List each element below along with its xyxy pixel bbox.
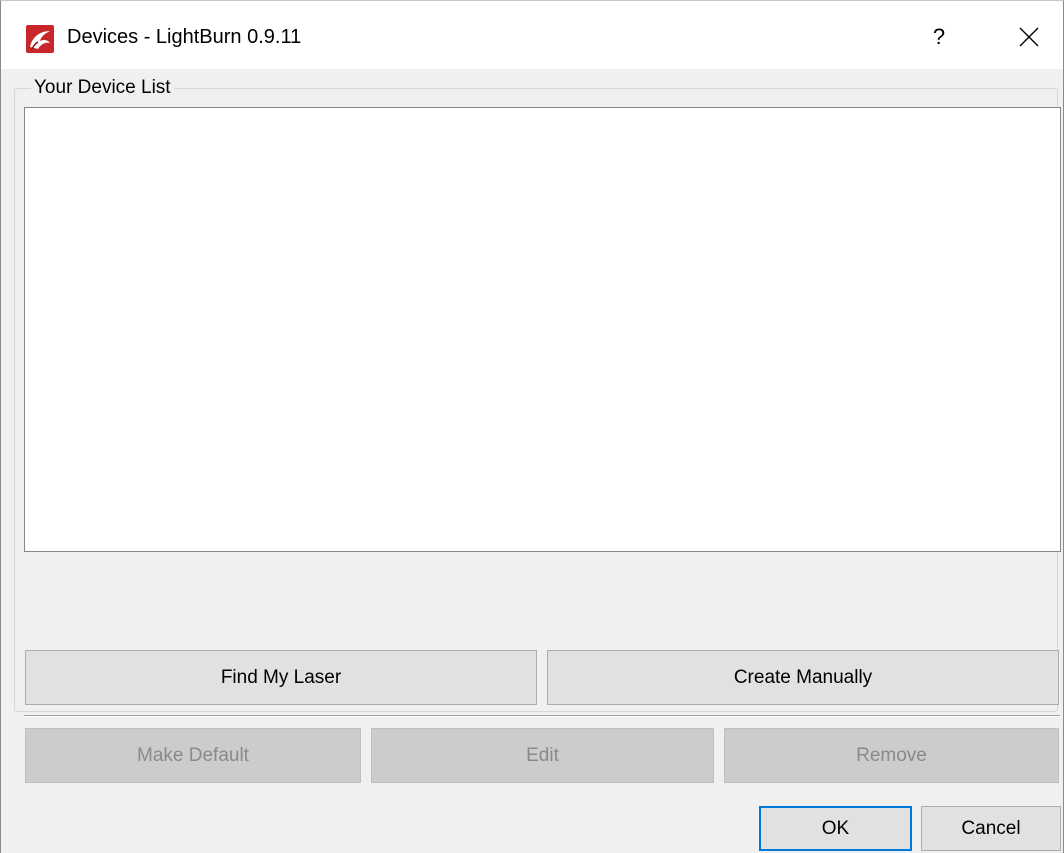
find-my-laser-button[interactable]: Find My Laser — [25, 650, 537, 705]
remove-button[interactable]: Remove — [724, 728, 1059, 783]
help-button[interactable]: ? — [911, 15, 967, 59]
separator — [24, 715, 1060, 717]
create-manually-button[interactable]: Create Manually — [547, 650, 1059, 705]
lightburn-logo-icon — [26, 25, 54, 53]
ok-button[interactable]: OK — [759, 806, 912, 851]
device-list-group-label: Your Device List — [31, 76, 174, 100]
window-title: Devices - LightBurn 0.9.11 — [67, 26, 302, 48]
cancel-button[interactable]: Cancel — [921, 806, 1061, 851]
close-icon — [1019, 27, 1039, 47]
edit-button[interactable]: Edit — [371, 728, 714, 783]
close-button[interactable] — [1001, 15, 1057, 59]
device-list[interactable] — [24, 107, 1061, 552]
devices-dialog: Devices - LightBurn 0.9.11 ? Your Device… — [0, 0, 1064, 853]
make-default-button[interactable]: Make Default — [25, 728, 361, 783]
title-bar: Devices - LightBurn 0.9.11 ? — [1, 1, 1063, 69]
